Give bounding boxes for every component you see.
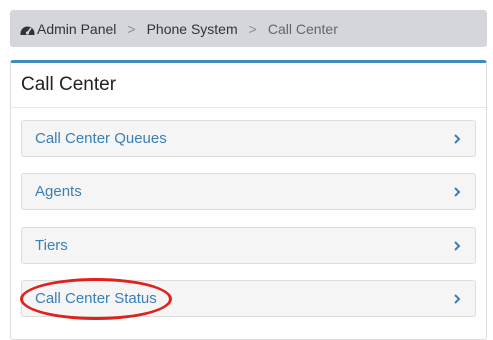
menu-item-label: Call Center Queues <box>35 130 167 147</box>
call-center-panel: Call Center Call Center Queues Agents Ti… <box>10 60 487 340</box>
chevron-right-icon <box>454 294 461 304</box>
menu-item-call-center-status[interactable]: Call Center Status <box>21 280 476 317</box>
chevron-right-icon <box>454 134 461 144</box>
breadcrumb-separator: > <box>127 20 136 37</box>
chevron-right-icon <box>454 241 461 251</box>
menu-item-agents[interactable]: Agents <box>21 173 476 210</box>
menu-item-label: Call Center Status <box>35 290 157 307</box>
panel-divider <box>11 107 486 108</box>
menu-item-call-center-queues[interactable]: Call Center Queues <box>21 120 476 157</box>
breadcrumb-call-center: Call Center <box>267 20 338 37</box>
breadcrumb-phone-system[interactable]: Phone System <box>147 21 238 37</box>
breadcrumb: Admin Panel > Phone System > Call Center <box>10 10 487 47</box>
breadcrumb-admin-panel[interactable]: Admin Panel <box>37 21 116 37</box>
menu-item-label: Tiers <box>35 237 68 254</box>
menu-item-tiers[interactable]: Tiers <box>21 227 476 264</box>
menu-item-label: Agents <box>35 183 82 200</box>
panel-title: Call Center <box>21 74 117 95</box>
chevron-right-icon <box>454 187 461 197</box>
breadcrumb-separator: > <box>248 20 257 37</box>
dashboard-gauge-icon[interactable] <box>19 22 36 36</box>
